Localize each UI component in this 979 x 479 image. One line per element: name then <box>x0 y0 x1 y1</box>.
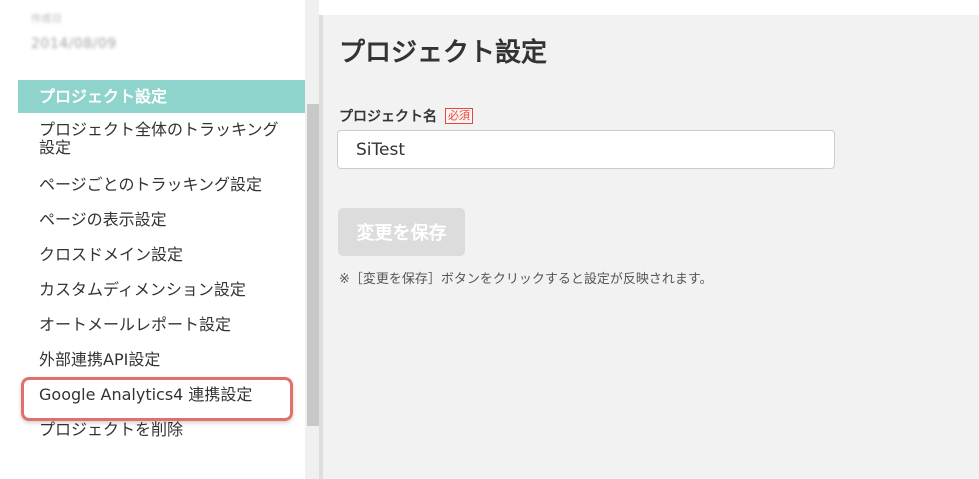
page-title: プロジェクト設定 <box>339 38 548 68</box>
sidebar-scrollbar-thumb[interactable] <box>307 104 319 426</box>
sidebar-item-ga4-label: Google Analytics4 連携設定 <box>39 384 253 404</box>
sidebar-item-custom-dimension[interactable]: カスタムディメンション設定 <box>18 272 305 307</box>
sidebar-item-auto-mail-report[interactable]: オートメールレポート設定 <box>18 307 305 342</box>
sidebar-item-ga4-integration[interactable]: Google Analytics4 連携設定 <box>18 377 305 421</box>
sidebar: 作成日 2014/08/09 プロジェクト設定 プロジェクト全体のトラッキング設… <box>18 0 305 479</box>
sidebar-item-project-settings[interactable]: プロジェクト設定 <box>18 80 305 113</box>
created-date-value: 2014/08/09 <box>31 36 117 52</box>
sidebar-item-cross-domain[interactable]: クロスドメイン設定 <box>18 237 305 272</box>
save-button[interactable]: 変更を保存 <box>338 208 465 256</box>
save-note: ※［変更を保存］ボタンをクリックすると設定が反映されます。 <box>339 272 713 287</box>
required-badge: 必須 <box>445 108 473 124</box>
sidebar-item-project-tracking[interactable]: プロジェクト全体のトラッキング設定 <box>18 115 293 167</box>
sidebar-item-delete-project[interactable]: プロジェクトを削除 <box>18 412 305 447</box>
created-date-label: 作成日 <box>31 14 63 25</box>
project-name-label-row: プロジェクト名 必須 <box>339 106 473 126</box>
main-top-strip <box>319 0 979 15</box>
settings-nav: プロジェクト設定 プロジェクト全体のトラッキング設定 ページごとのトラッキング設… <box>18 80 305 447</box>
sidebar-item-page-display[interactable]: ページの表示設定 <box>18 202 305 237</box>
content-divider <box>319 15 323 479</box>
sidebar-item-page-tracking[interactable]: ページごとのトラッキング設定 <box>18 167 305 202</box>
project-name-label: プロジェクト名 <box>339 109 437 125</box>
main-content: プロジェクト設定 プロジェクト名 必須 変更を保存 ※［変更を保存］ボタンをクリ… <box>319 0 979 479</box>
project-name-input[interactable] <box>337 130 835 169</box>
sidebar-item-external-api[interactable]: 外部連携API設定 <box>18 342 305 377</box>
settings-page: 作成日 2014/08/09 プロジェクト設定 プロジェクト全体のトラッキング設… <box>0 0 979 479</box>
